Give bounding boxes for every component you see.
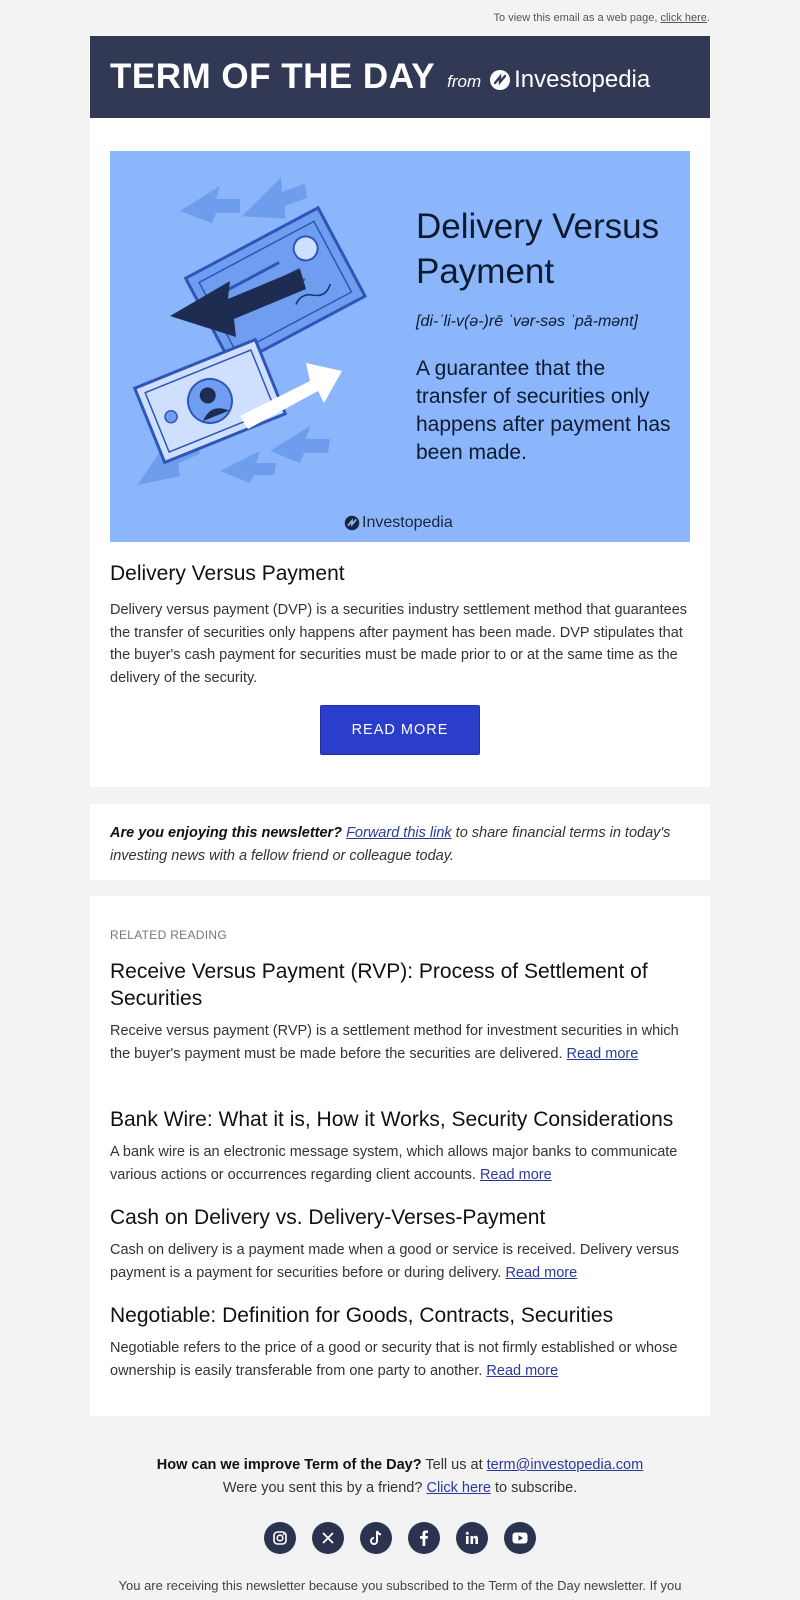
- related-article: Negotiable: Definition for Goods, Contra…: [110, 1302, 692, 1382]
- hero-title: Delivery Versus Payment: [416, 207, 660, 291]
- social-links: [264, 1522, 536, 1554]
- related-reading-label: RELATED READING: [110, 928, 227, 942]
- read-more-link[interactable]: Read more: [567, 1046, 639, 1062]
- read-more-link[interactable]: Read more: [480, 1167, 552, 1183]
- term-title: Delivery Versus Payment: [110, 562, 345, 585]
- linkedin-icon[interactable]: [456, 1522, 488, 1554]
- share-question: Are you enjoying this newsletter?: [110, 825, 343, 841]
- web-view-notice: To view this email as a web page, click …: [494, 12, 710, 24]
- brand-logo[interactable]: Investopedia: [489, 66, 650, 94]
- investopedia-logo-icon: [490, 70, 511, 90]
- facebook-icon[interactable]: [408, 1522, 440, 1554]
- newsletter-header: TERM OF THE DAY from Investopedia: [90, 36, 710, 118]
- brand-name: Investopedia: [514, 66, 651, 93]
- article-title[interactable]: Cash on Delivery vs. Delivery-Verses-Pay…: [110, 1204, 692, 1231]
- tiktok-icon[interactable]: [360, 1522, 392, 1554]
- web-view-suffix: .: [706, 12, 710, 24]
- subscribe-line: Were you sent this by a friend? Click he…: [0, 1480, 800, 1496]
- hero-pronunciation: [di-ˈli-v(ə-)rē ˈvər-səs ˈpā-mənt]: [416, 313, 638, 330]
- subscription-notice: You are receiving this newsletter becaus…: [118, 1578, 682, 1593]
- improve-question: How can we improve Term of the Day?: [156, 1457, 422, 1473]
- related-reading-card: RELATED READING Receive Versus Payment (…: [90, 896, 710, 1416]
- read-more-link[interactable]: Read more: [486, 1363, 558, 1379]
- youtube-icon[interactable]: [504, 1522, 536, 1554]
- friend-suffix: to subscribe.: [490, 1480, 578, 1496]
- hero-brand-name: Investopedia: [362, 514, 453, 531]
- read-more-button[interactable]: READ MORE: [320, 705, 480, 755]
- article-summary: Negotiable refers to the price of a good…: [110, 1340, 678, 1379]
- newsletter-title: TERM OF THE DAY: [110, 57, 436, 96]
- from-label: from: [447, 72, 482, 91]
- related-article: Cash on Delivery vs. Delivery-Verses-Pay…: [110, 1204, 692, 1284]
- feedback-line: How can we improve Term of the Day? Tell…: [0, 1457, 800, 1473]
- web-view-text: To view this email as a web page,: [493, 12, 661, 24]
- term-description: Delivery versus payment (DVP) is a secur…: [110, 602, 688, 686]
- subscribe-link[interactable]: Click here: [426, 1480, 490, 1496]
- hero-image[interactable]: Delivery Versus Payment [di-ˈli-v(ə-)rē …: [110, 151, 690, 542]
- article-title[interactable]: Bank Wire: What it is, How it Works, Sec…: [110, 1106, 692, 1133]
- instagram-icon[interactable]: [264, 1522, 296, 1554]
- x-icon[interactable]: [312, 1522, 344, 1554]
- tell-us-text: Tell us at: [421, 1457, 487, 1473]
- money-transfer-illustration-icon: [132, 177, 368, 485]
- forward-link[interactable]: Forward this link: [346, 825, 452, 841]
- related-article: Bank Wire: What it is, How it Works, Sec…: [110, 1106, 692, 1186]
- hero-definition: A guarantee that the transfer of securit…: [416, 357, 671, 464]
- article-title[interactable]: Receive Versus Payment (RVP): Process of…: [110, 958, 692, 1012]
- investopedia-logo-icon: [344, 515, 360, 531]
- feedback-email-link[interactable]: term@investopedia.com: [487, 1457, 644, 1473]
- friend-text: Were you sent this by a friend?: [222, 1480, 427, 1496]
- article-title[interactable]: Negotiable: Definition for Goods, Contra…: [110, 1302, 692, 1329]
- read-more-link[interactable]: Read more: [505, 1265, 577, 1281]
- hero-brand-logo: Investopedia: [344, 514, 453, 532]
- article-summary: A bank wire is an electronic message sys…: [110, 1144, 678, 1183]
- article-summary: Cash on delivery is a payment made when …: [110, 1242, 679, 1281]
- share-card: Are you enjoying this newsletter? Forwar…: [90, 804, 710, 880]
- web-view-link[interactable]: click here: [660, 12, 706, 24]
- related-article: Receive Versus Payment (RVP): Process of…: [110, 958, 692, 1065]
- term-card: Delivery Versus Payment [di-ˈli-v(ə-)rē …: [90, 118, 710, 787]
